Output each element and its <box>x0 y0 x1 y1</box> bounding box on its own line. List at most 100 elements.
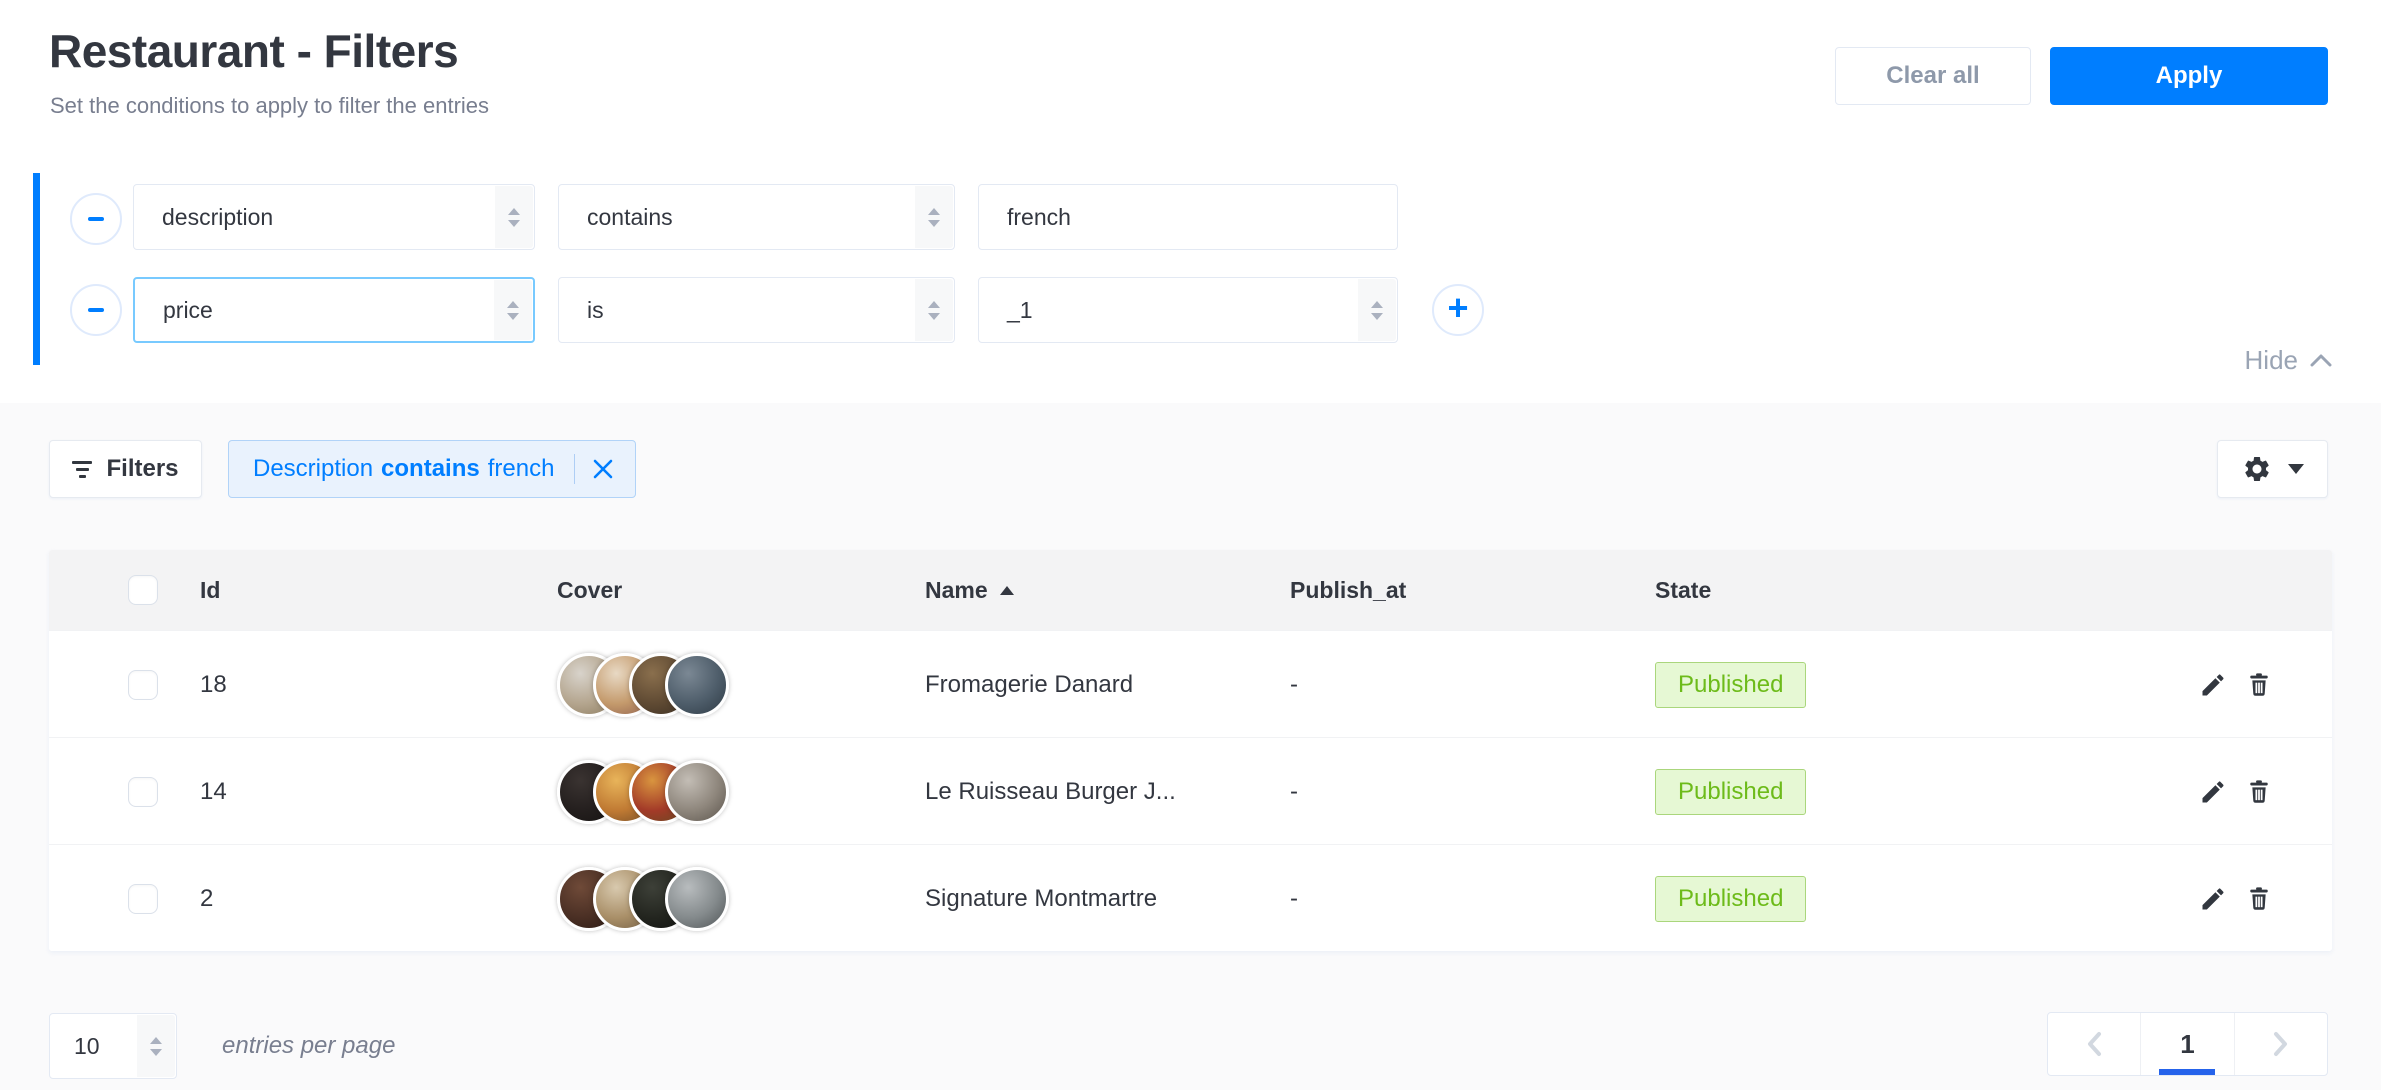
filter-operator-value: is <box>559 297 604 324</box>
trash-icon <box>2245 671 2273 699</box>
cell-cover <box>557 845 729 952</box>
cell-id: 14 <box>200 738 227 845</box>
stepper-icon <box>915 186 953 248</box>
table-header: Id Cover Name Publish_at State <box>49 550 2332 630</box>
entries-per-page-label: entries per page <box>222 1032 395 1060</box>
pencil-icon <box>2199 885 2227 913</box>
clear-all-button[interactable]: Clear all <box>1835 47 2031 105</box>
page-number-button[interactable]: 1 <box>2140 1013 2233 1075</box>
chip-value: french <box>488 455 555 483</box>
filter-field-value: description <box>134 204 273 231</box>
page-size-value: 10 <box>50 1033 100 1060</box>
edit-button[interactable] <box>2199 845 2227 952</box>
cell-cover <box>557 738 729 845</box>
chip-operator: contains <box>381 455 480 483</box>
caret-down-icon <box>2288 464 2304 474</box>
delete-button[interactable] <box>2245 631 2273 738</box>
remove-filter-chip-button[interactable] <box>591 457 615 481</box>
column-header-id[interactable]: Id <box>200 550 220 630</box>
cover-avatars <box>557 867 729 931</box>
cover-image <box>665 653 729 717</box>
cell-id: 2 <box>200 845 213 952</box>
remove-condition-button[interactable] <box>70 193 122 245</box>
column-header-name[interactable]: Name <box>925 550 1014 630</box>
stepper-icon <box>915 279 953 341</box>
page-size-select[interactable]: 10 <box>49 1013 177 1079</box>
filter-icon <box>72 461 92 478</box>
cell-publish-at: - <box>1290 631 1298 738</box>
chip-divider <box>574 454 575 484</box>
cell-publish-at: - <box>1290 738 1298 845</box>
chevron-right-icon <box>2273 1031 2289 1057</box>
table-settings-button[interactable] <box>2217 440 2328 498</box>
stepper-icon <box>1358 279 1396 341</box>
edit-button[interactable] <box>2199 631 2227 738</box>
column-header-publish-at[interactable]: Publish_at <box>1290 550 1406 630</box>
filter-operator-select[interactable]: contains <box>558 184 955 250</box>
prev-page-button[interactable] <box>2048 1013 2140 1075</box>
pagination: 1 <box>2047 1012 2328 1076</box>
minus-icon <box>88 217 104 221</box>
status-badge: Published <box>1655 876 1806 922</box>
filters-button-label: Filters <box>106 455 178 483</box>
table-row[interactable]: 14 Le Ruisseau Burger J... - Published <box>49 737 2332 844</box>
column-header-state[interactable]: State <box>1655 550 1711 630</box>
active-page-underline <box>2159 1069 2215 1075</box>
cell-name: Fromagerie Danard <box>925 631 1133 738</box>
add-condition-button[interactable]: + <box>1432 284 1484 336</box>
column-header-cover[interactable]: Cover <box>557 550 622 630</box>
filters-button[interactable]: Filters <box>49 440 202 498</box>
table-row[interactable]: 18 Fromagerie Danard - Published <box>49 630 2332 737</box>
minus-icon <box>88 308 104 312</box>
cover-image <box>665 867 729 931</box>
remove-condition-button[interactable] <box>70 284 122 336</box>
cell-name: Signature Montmartre <box>925 845 1157 952</box>
active-filter-chip: Description contains french <box>228 440 636 498</box>
row-checkbox[interactable] <box>128 670 158 700</box>
select-all-checkbox[interactable] <box>128 575 158 605</box>
trash-icon <box>2245 778 2273 806</box>
table-row[interactable]: 2 Signature Montmartre - Published <box>49 844 2332 951</box>
delete-button[interactable] <box>2245 738 2273 845</box>
next-page-button[interactable] <box>2234 1013 2327 1075</box>
close-icon <box>591 457 615 481</box>
filter-value-input[interactable] <box>978 184 1398 250</box>
current-page-number: 1 <box>2180 1029 2194 1060</box>
trash-icon <box>2245 885 2273 913</box>
hide-label: Hide <box>2245 345 2298 376</box>
edit-button[interactable] <box>2199 738 2227 845</box>
sort-asc-icon <box>1000 586 1014 595</box>
plus-icon: + <box>1447 282 1468 334</box>
apply-button[interactable]: Apply <box>2050 47 2328 105</box>
chip-field: Description <box>253 455 373 483</box>
entries-table: Id Cover Name Publish_at State 18 Fromag <box>49 550 2332 951</box>
cover-avatars <box>557 653 729 717</box>
chevron-left-icon <box>2086 1031 2102 1057</box>
filter-accent-bar <box>33 173 40 365</box>
page-subtitle: Set the conditions to apply to filter th… <box>50 93 489 119</box>
row-checkbox[interactable] <box>128 884 158 914</box>
stepper-icon <box>137 1015 175 1077</box>
hide-filters-link[interactable]: Hide <box>2245 345 2332 376</box>
filter-field-select-focused[interactable]: price <box>133 277 535 343</box>
filter-operator-select[interactable]: is <box>558 277 955 343</box>
filter-operator-value: contains <box>559 204 673 231</box>
cell-publish-at: - <box>1290 845 1298 952</box>
cell-cover <box>557 631 729 738</box>
stepper-icon <box>495 186 533 248</box>
pencil-icon <box>2199 778 2227 806</box>
status-badge: Published <box>1655 662 1806 708</box>
chevron-up-icon <box>2310 354 2332 367</box>
status-badge: Published <box>1655 769 1806 815</box>
filter-field-select[interactable]: description <box>133 184 535 250</box>
filter-value-text: _1 <box>979 297 1033 324</box>
cell-id: 18 <box>200 631 227 738</box>
row-checkbox[interactable] <box>128 777 158 807</box>
filter-value-select[interactable]: _1 <box>978 277 1398 343</box>
delete-button[interactable] <box>2245 845 2273 952</box>
pencil-icon <box>2199 671 2227 699</box>
page-title: Restaurant - Filters <box>49 24 458 78</box>
cover-avatars <box>557 760 729 824</box>
gear-icon <box>2242 454 2272 484</box>
filter-field-value: price <box>135 297 213 324</box>
